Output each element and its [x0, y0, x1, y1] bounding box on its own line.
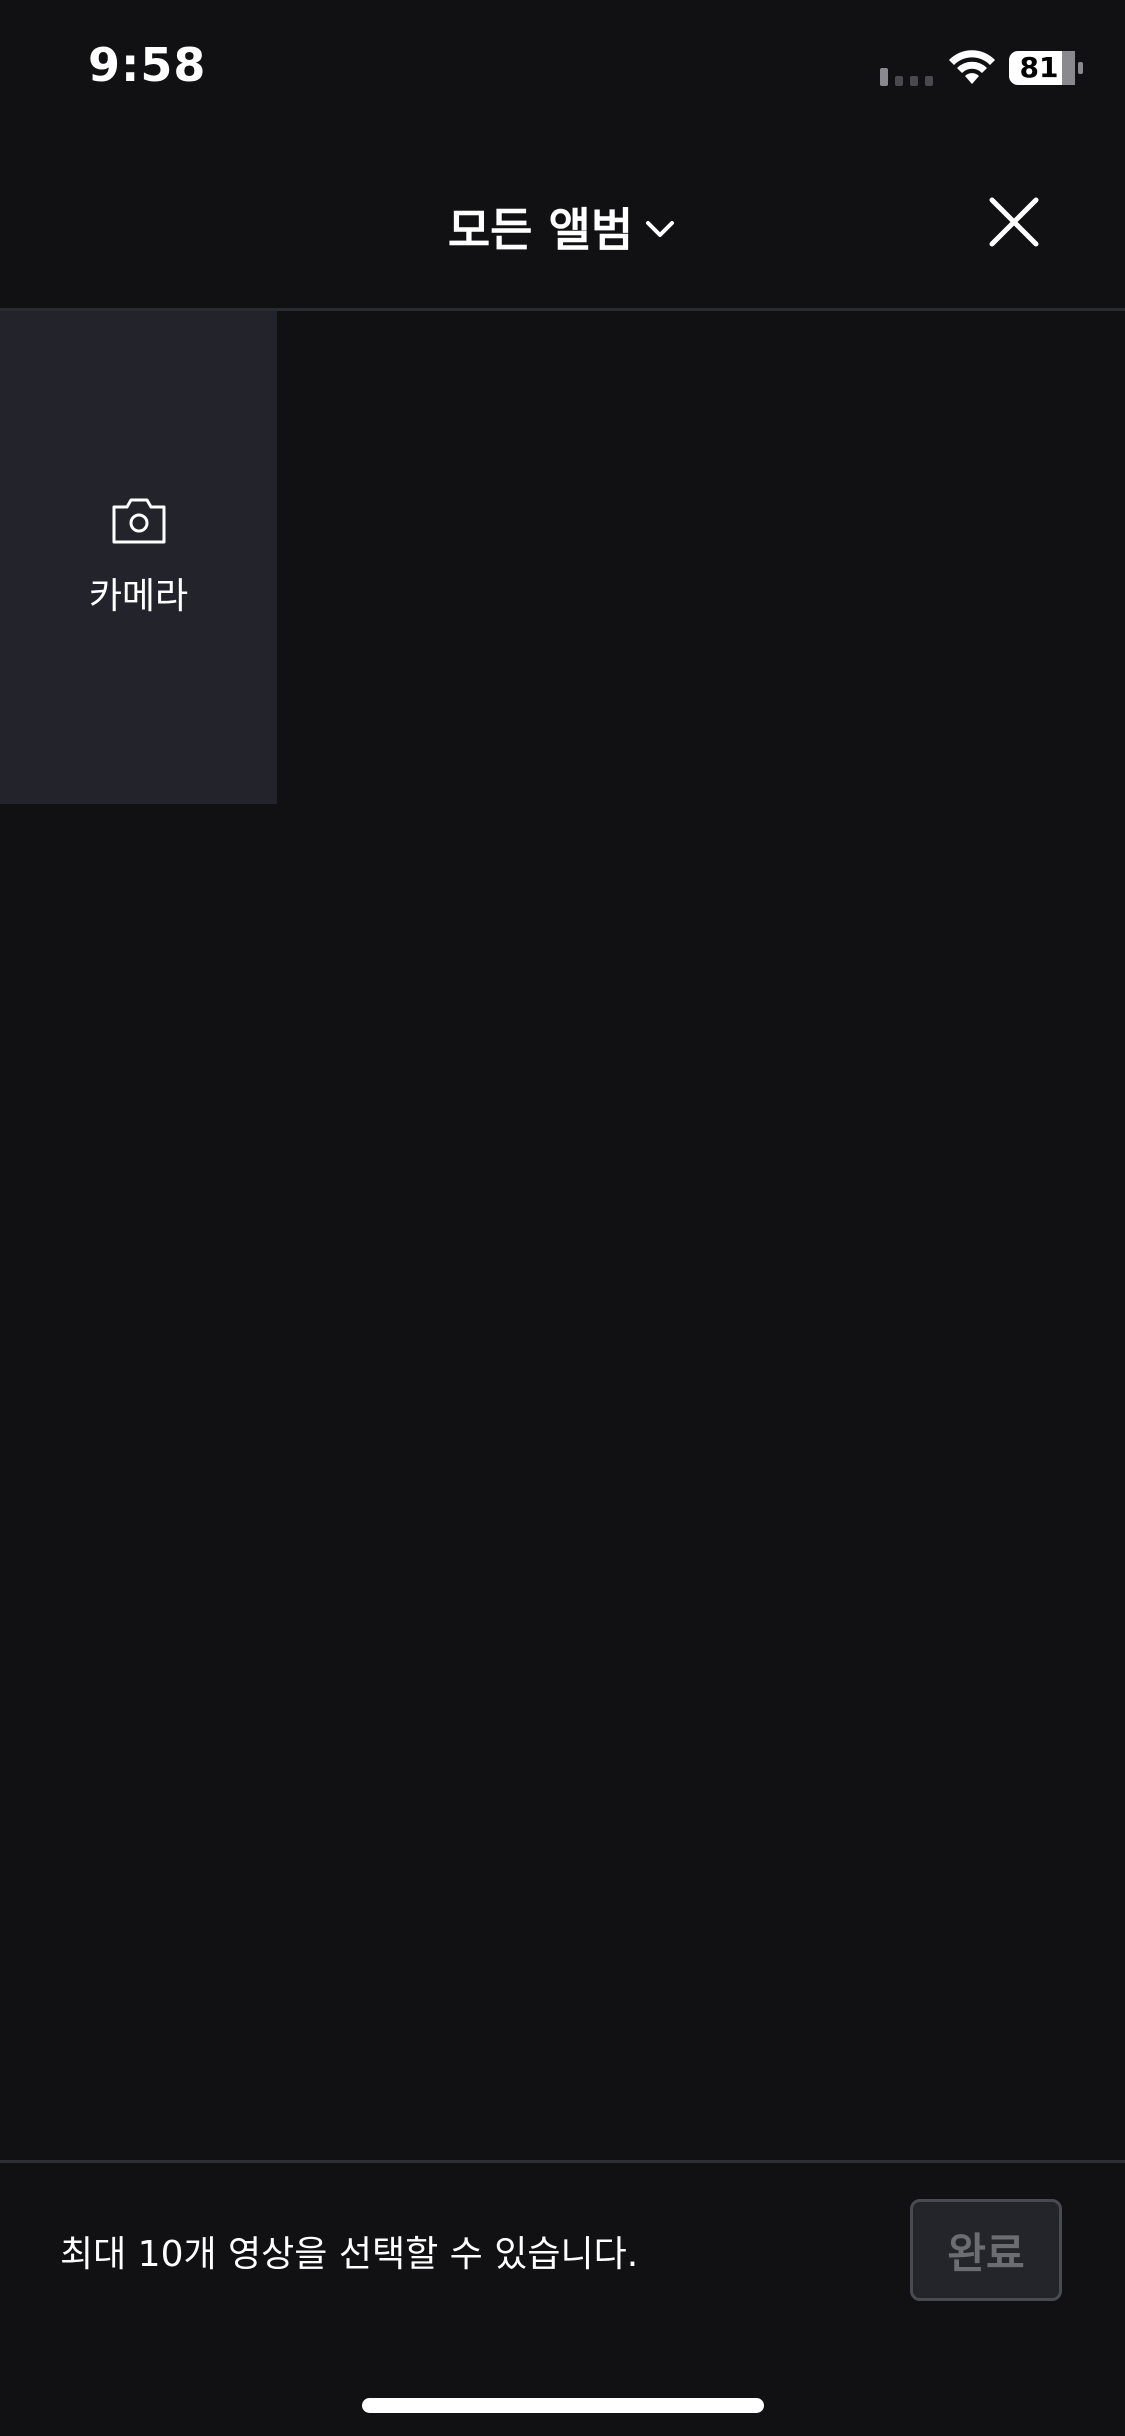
album-title: 모든 앨범	[447, 203, 634, 257]
album-picker[interactable]: 모든 앨범	[0, 192, 1125, 262]
camera-icon	[112, 498, 165, 543]
camera-tile[interactable]: 카메라	[0, 311, 277, 804]
close-icon[interactable]	[982, 190, 1046, 254]
selection-limit-hint: 최대 10개 영상을 선택할 수 있습니다.	[60, 2234, 639, 2275]
chevron-down-icon	[646, 221, 675, 237]
wifi-icon	[949, 50, 995, 84]
battery-level: 81	[1019, 51, 1059, 84]
header: 모든 앨범	[0, 140, 1125, 310]
battery-indicator: 81	[1008, 50, 1084, 86]
home-indicator[interactable]	[362, 2398, 764, 2413]
camera-label: 카메라	[88, 575, 189, 617]
footer-bar: 최대 10개 영상을 선택할 수 있습니다. 완료	[0, 2163, 1125, 2436]
cellular-signal-icon	[880, 68, 933, 86]
status-time: 9:58	[88, 38, 207, 92]
done-button[interactable]: 완료	[910, 2199, 1062, 2301]
status-bar: 9:58 81	[0, 0, 1125, 140]
